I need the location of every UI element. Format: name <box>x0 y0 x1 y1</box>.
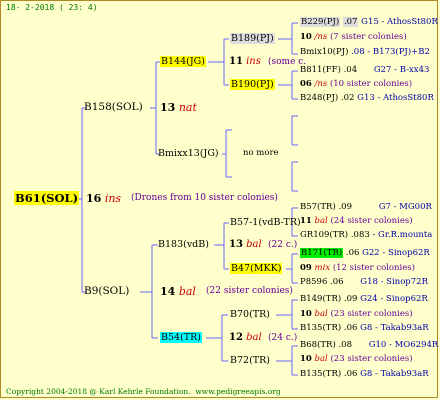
l4-row-12[interactable]: P8596 .06 G18 - Sinop72R <box>300 278 428 287</box>
l4-row-11: 09 mix (12 sister colonies) <box>300 263 415 273</box>
site-link[interactable]: www.pedigreeapis.org <box>195 387 280 396</box>
b144-generation: 11 ins <box>229 56 261 67</box>
b183-generation: 13 bal <box>229 239 262 250</box>
queen-b70[interactable]: B70(TR) <box>230 310 270 320</box>
l4-row-8: 11 bal (24 sister colonies) <box>300 216 413 226</box>
root-queen[interactable]: B61(SOL) <box>14 191 80 205</box>
queen-b72[interactable]: B72(TR) <box>230 356 270 366</box>
b54-generation: 12 bal <box>229 332 262 343</box>
b183-note: (22 c.) <box>268 240 298 250</box>
queen-b9[interactable]: B9(SOL) <box>84 286 129 297</box>
l4-row-2: 10 /ns (7 sister colonies) <box>300 32 407 42</box>
copyright-text: Copyright 2004-2018 @ Karl Kehrle Founda… <box>6 388 281 396</box>
l4-row-9[interactable]: GR109(TR) .083 - Gr.R.mounta <box>300 231 432 240</box>
b9-generation: 14 bal <box>160 285 196 298</box>
queen-b158[interactable]: B158(SOL) <box>84 102 143 113</box>
b54-note: (24 c.) <box>268 333 298 343</box>
queen-bmixx13[interactable]: Bmixx13(JG) <box>158 149 219 159</box>
b9-note: (22 sister colonies) <box>206 286 293 296</box>
root-note: (Drones from 10 sister colonies) <box>131 193 278 203</box>
queen-b189[interactable]: B189(PJ) <box>230 33 275 44</box>
bmixx13-note: no more <box>243 148 279 158</box>
b158-generation: 13 nat <box>160 101 197 114</box>
queen-b183[interactable]: B183(vdB) <box>158 240 209 250</box>
queen-b47[interactable]: B47(MKK) <box>230 263 283 274</box>
l4-row-7[interactable]: B57(TR) .09 G7 - MG00R <box>300 203 432 212</box>
queen-b144[interactable]: B144(JG) <box>160 56 206 67</box>
l4-row-15[interactable]: B135(TR) .06 G8 - Takab93aR <box>300 324 429 333</box>
l4-row-5: 06 /ns (10 sister colonies) <box>300 79 413 89</box>
l4-row-17: 10 bal (23 sister colonies) <box>300 354 413 364</box>
root-generation: 16 ins <box>86 192 122 205</box>
l4-row-16[interactable]: B68(TR) .08 G10 - MO6294R <box>300 341 438 350</box>
l4-row-6[interactable]: B248(PJ) .02 G13 - AthosSt80R <box>300 94 434 103</box>
report-date: 18- 2-2018 ( 23: 4) <box>6 3 98 12</box>
queen-b190[interactable]: B190(PJ) <box>230 79 275 90</box>
l4-row-10[interactable]: B171(TR) .06 G22 - Sinop62R <box>300 248 430 258</box>
copyright: Copyright 2004-2018 @ Karl Kehrle Founda… <box>6 387 191 396</box>
l4-row-3[interactable]: Bmix10(PJ) .08 - B173(PJ)+B2 <box>300 48 430 57</box>
l4-row-4[interactable]: B811(FF) .04 G27 - B-xx43 <box>300 66 429 75</box>
l4-row-18[interactable]: B135(TR) .06 G8 - Takab93aR <box>300 370 429 379</box>
l4-row-13[interactable]: B149(TR) .09 G24 - Sinop62R <box>300 295 428 304</box>
queen-b54[interactable]: B54(TR) <box>160 332 202 343</box>
l4-row-1[interactable]: B229(PJ) .07 G15 - AthosSt80R <box>300 17 438 27</box>
l4-row-14: 10 bal (23 sister colonies) <box>300 309 413 319</box>
queen-b57-1[interactable]: B57-1(vdB-TR) <box>230 218 301 228</box>
